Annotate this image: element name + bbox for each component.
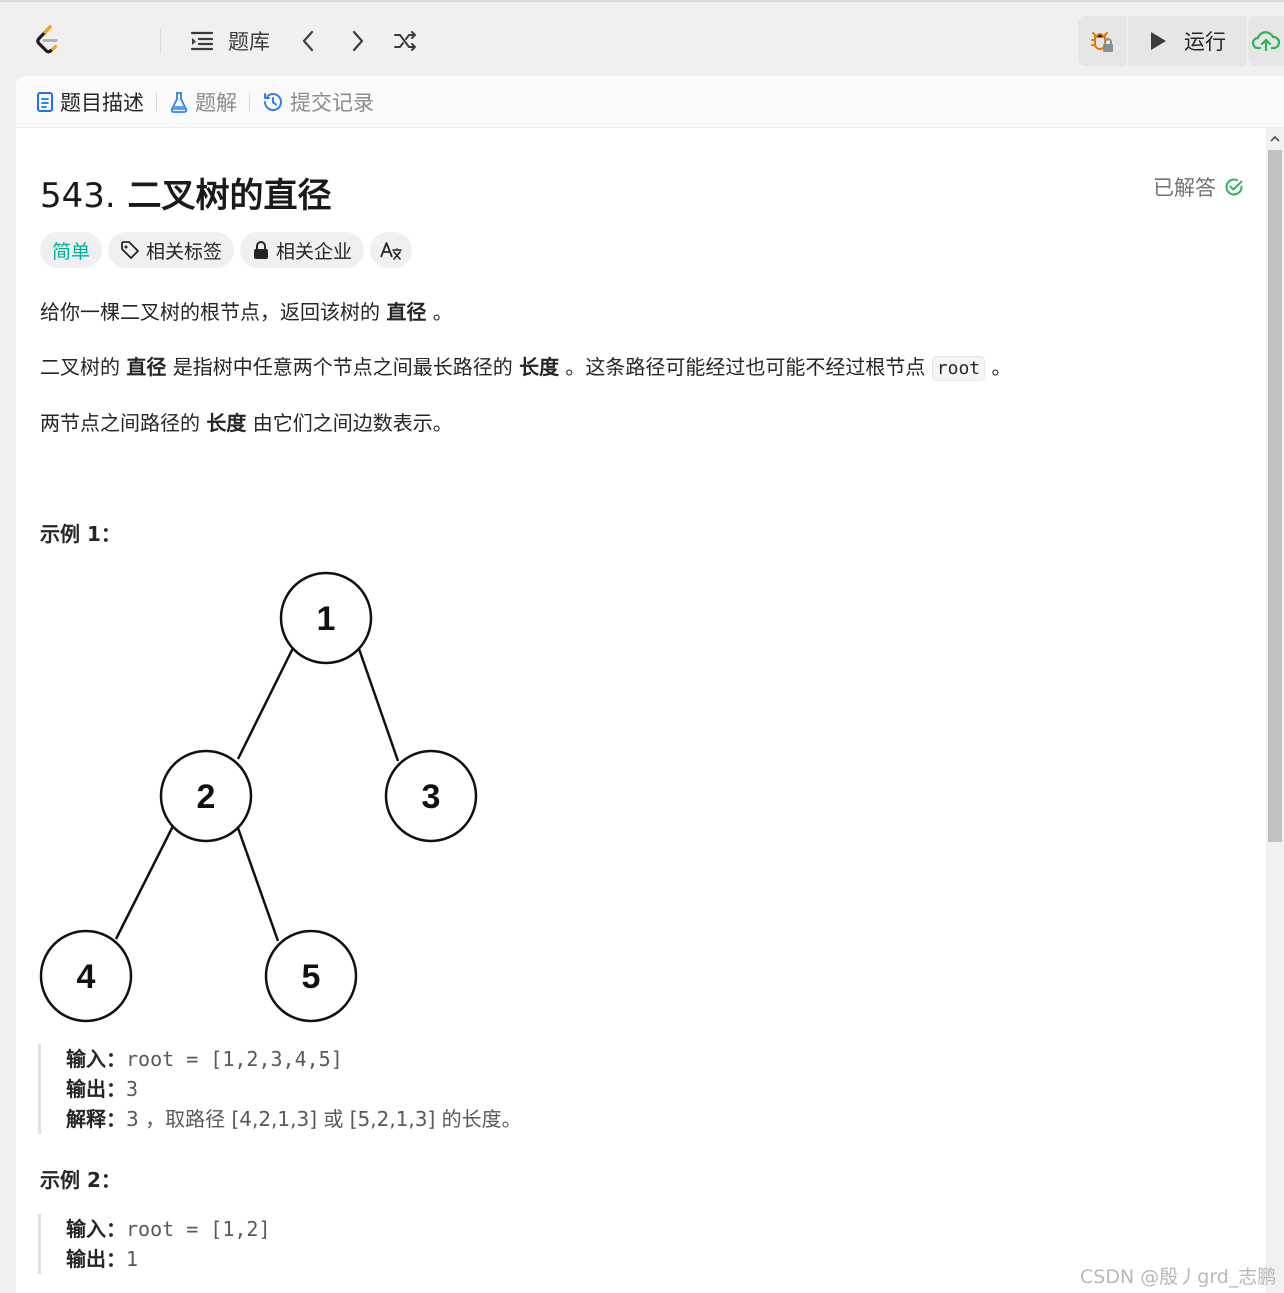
chevron-right-icon: [344, 27, 372, 55]
description-paragraph-3: 两节点之间路径的 长度 由它们之间边数表示。: [40, 407, 453, 436]
translate-icon: [380, 242, 402, 260]
example-2-io-block: 输入：root = [1,2] 输出：1: [38, 1214, 271, 1274]
output-label: 输出：: [66, 1247, 126, 1271]
tree-edge: [236, 827, 280, 942]
related-tags-label: 相关标签: [146, 240, 223, 263]
example-input-line: 输入：root = [1,2,3,4,5]: [66, 1044, 522, 1074]
input-value: root = [1,2]: [126, 1217, 271, 1241]
leetcode-logo-icon[interactable]: [30, 22, 66, 58]
tab-description[interactable]: 题目描述: [36, 87, 144, 117]
bug-lock-icon: [1091, 32, 1113, 52]
flask-icon: [170, 91, 188, 113]
problem-list-label: 题库: [228, 30, 270, 54]
problem-title[interactable]: 543. 二叉树的直径: [40, 168, 332, 217]
scrollbar-thumb[interactable]: [1268, 150, 1282, 842]
example-output-line: 输出：3: [66, 1074, 522, 1104]
tab-divider: [156, 92, 157, 111]
tree-node-label: 4: [77, 958, 96, 996]
text-span: 给你一棵二叉树的根节点，返回该树的: [40, 300, 387, 324]
nav-divider: [160, 28, 161, 54]
tree-node-label: 1: [317, 600, 336, 638]
tab-description-label: 题目描述: [60, 90, 144, 115]
problem-meta-chips: 简单 相关标签 相关企业: [40, 232, 413, 268]
submit-button[interactable]: [1248, 16, 1284, 66]
example-output-line: 输出：1: [66, 1244, 271, 1274]
output-value: 1: [126, 1247, 139, 1271]
run-label: 运行: [1184, 30, 1226, 54]
tree-node-label: 3: [422, 778, 441, 816]
tree-node-label: 5: [302, 958, 321, 996]
explanation-label: 解释：: [66, 1107, 126, 1131]
problem-name: 二叉树的直径: [127, 176, 332, 216]
example-1-tree-diagram: 1 2 3 4 5: [39, 571, 478, 1023]
tree-node-label: 2: [197, 778, 216, 816]
difficulty-badge: 简单: [40, 232, 103, 268]
csdn-watermark: CSDN @殷丿grd_志鹏: [1080, 1266, 1277, 1288]
debug-button[interactable]: [1078, 16, 1126, 66]
shuffle-icon: [392, 27, 420, 55]
solved-label: 已解答: [1153, 176, 1216, 200]
bold-text: 长度: [206, 411, 247, 435]
scroll-up-arrow-icon[interactable]: [1270, 134, 1280, 144]
bold-text: 直径: [126, 355, 167, 379]
text-span: 。: [985, 355, 1012, 379]
toolbar-right: 运行: [1078, 16, 1284, 66]
text-span: 。这条路径可能经过也可能不经过根节点: [559, 355, 932, 379]
explanation-value: 3 ，取路径 [4,2,1,3] 或 [5,2,1,3] 的长度。: [126, 1107, 522, 1131]
tree-edge: [114, 825, 175, 940]
problem-list-button[interactable]: 题库: [188, 24, 270, 58]
problem-number: 543.: [40, 176, 116, 216]
description-panel: 题目描述 题解 提交记录 543. 二叉树的直径 已解答 简单 相关标签 相关企…: [16, 76, 1284, 1293]
example-input-line: 输入：root = [1,2]: [66, 1214, 271, 1244]
tag-icon: [121, 241, 139, 259]
text-span: 。: [426, 300, 453, 324]
example-1-io-block: 输入：root = [1,2,3,4,5] 输出：3 解释：3 ，取路径 [4,…: [38, 1044, 522, 1134]
tab-solutions-label: 题解: [195, 90, 237, 115]
input-label: 输入：: [66, 1217, 126, 1241]
play-icon: [1151, 32, 1166, 50]
text-span: 由它们之间边数表示。: [246, 411, 453, 435]
lock-icon: [254, 241, 269, 259]
top-navbar: 题库 运行: [0, 0, 1284, 76]
related-companies-label: 相关企业: [276, 240, 353, 263]
document-icon: [37, 91, 53, 112]
prev-problem-button[interactable]: [294, 24, 322, 58]
translate-button[interactable]: [370, 232, 413, 268]
tree-edge: [356, 645, 400, 762]
run-button[interactable]: 运行: [1128, 16, 1246, 66]
random-problem-button[interactable]: [392, 24, 420, 58]
description-paragraph-2: 二叉树的 直径 是指树中任意两个节点之间最长路径的 长度 。这条路径可能经过也可…: [40, 351, 1012, 381]
input-value: root = [1,2,3,4,5]: [126, 1047, 343, 1071]
text-span: 两节点之间路径的: [40, 411, 207, 435]
example-explanation-line: 解释：3 ，取路径 [4,2,1,3] 或 [5,2,1,3] 的长度。: [66, 1104, 522, 1134]
input-label: 输入：: [66, 1047, 126, 1071]
bold-text: 直径: [386, 300, 427, 324]
next-problem-button[interactable]: [344, 24, 372, 58]
bold-text: 长度: [519, 355, 560, 379]
related-companies-button[interactable]: 相关企业: [240, 232, 365, 268]
tab-divider: [249, 92, 250, 111]
tab-submissions[interactable]: 提交记录: [262, 87, 374, 117]
tree-edge: [236, 645, 296, 760]
related-tags-button[interactable]: 相关标签: [108, 232, 235, 268]
example-1-heading: 示例 1：: [40, 522, 121, 546]
text-span: 二叉树的: [40, 355, 127, 379]
inline-code: root: [931, 356, 986, 381]
list-indent-icon: [188, 27, 216, 55]
check-circle-icon: [1225, 178, 1243, 196]
output-label: 输出：: [66, 1077, 126, 1101]
description-paragraph-1: 给你一棵二叉树的根节点，返回该树的 直径 。: [40, 296, 453, 325]
history-icon: [264, 92, 282, 111]
output-value: 3: [126, 1077, 139, 1101]
solved-status: 已解答: [1153, 172, 1244, 202]
cloud-upload-icon: [1251, 31, 1281, 52]
text-span: 是指树中任意两个节点之间最长路径的: [166, 355, 520, 379]
tab-solutions[interactable]: 题解: [169, 87, 237, 117]
vertical-scrollbar[interactable]: [1266, 128, 1284, 1293]
chevron-left-icon: [294, 27, 322, 55]
panel-tabs: 题目描述 题解 提交记录: [16, 76, 1284, 128]
tab-submissions-label: 提交记录: [290, 90, 374, 115]
example-2-heading: 示例 2：: [40, 1168, 121, 1192]
